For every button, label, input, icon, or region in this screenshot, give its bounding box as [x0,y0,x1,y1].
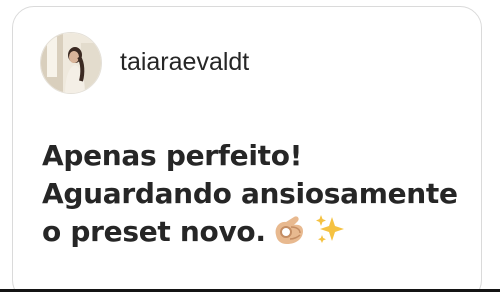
comment-screenshot: taiaraevaldt Apenas perfeito! Aguardando… [0,0,500,292]
comment-line: Aguardando ansiosamente [42,177,458,210]
comment-text: Apenas perfeito! Aguardando ansiosamente… [42,137,472,257]
ok-hand-icon [272,213,308,257]
profile-photo-icon [41,33,101,93]
username[interactable]: taiaraevaldt [120,47,249,77]
sparkles-icon [314,213,348,257]
avatar[interactable] [40,32,102,94]
comment-line-last: o preset novo. [42,213,472,257]
comment-line: Apenas perfeito! [42,139,303,172]
comment-line-text: o preset novo. [42,215,266,248]
